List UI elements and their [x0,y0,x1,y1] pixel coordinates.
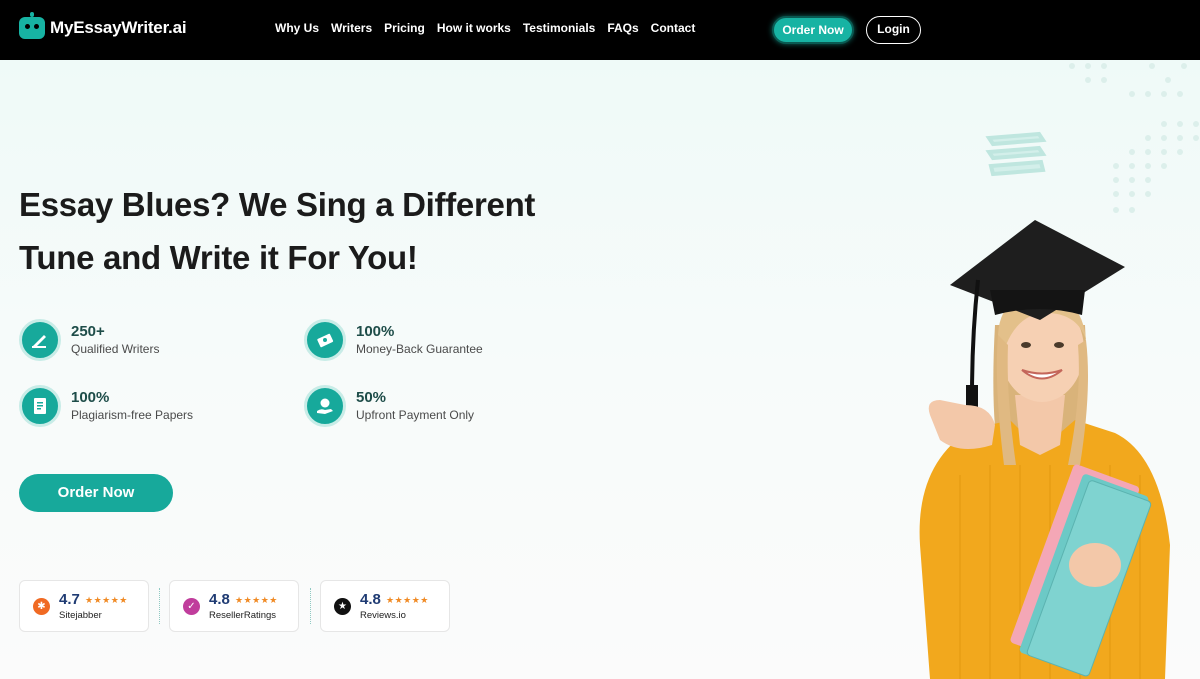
rating-stars: ★★★★★ [235,595,278,605]
feature-value: 250+ [71,323,105,340]
login-button[interactable]: Login [866,16,921,44]
books-decoration-icon [985,131,1047,177]
reviewsio-logo-icon: ★ [334,598,351,615]
rating-stars: ★★★★★ [386,595,429,605]
nav-order-now-button[interactable]: Order Now [772,16,854,44]
rating-site-name: ResellerRatings [209,610,277,621]
nav-link-pricing[interactable]: Pricing [384,21,425,35]
resellerratings-logo-icon: ✓ [183,598,200,615]
hero-title-line-1: Essay Blues? We Sing a Different [19,186,536,223]
feature-value: 100% [71,389,110,406]
robot-icon [19,12,45,39]
nav-link-how-it-works[interactable]: How it works [437,21,511,35]
feature-value: 50% [356,389,387,406]
nav-link-why-us[interactable]: Why Us [275,21,319,35]
feature-money-back: 100% Money-Back Guarantee [304,319,483,361]
hero-title: Essay Blues? We Sing a Different Tune an… [19,178,599,284]
brand-name: MyEssayWriter.ai [50,18,187,37]
feature-label: Qualified Writers [71,342,160,356]
writer-icon [19,319,61,361]
document-icon [19,385,61,427]
nav-link-testimonials[interactable]: Testimonials [523,21,595,35]
feature-upfront-payment: 50% Upfront Payment Only [304,385,474,427]
nav-link-contact[interactable]: Contact [651,21,696,35]
nav-link-faqs[interactable]: FAQs [607,21,638,35]
money-icon [304,319,346,361]
rating-card-reviewsio[interactable]: ★ 4.8 ★★★★★ Reviews.io [320,580,450,632]
dot-pattern-decoration [1069,63,1199,213]
feature-qualified-writers: 250+ Qualified Writers [19,319,159,361]
rating-site-name: Sitejabber [59,610,102,621]
rating-site-name: Reviews.io [360,610,406,621]
rating-card-resellerratings[interactable]: ✓ 4.8 ★★★★★ ResellerRatings [169,580,299,632]
rating-score: 4.8 [360,591,381,608]
rating-score: 4.7 [59,591,80,608]
hero-title-line-2: Tune and Write it For You! [19,239,418,276]
feature-label: Plagiarism-free Papers [71,408,194,422]
rating-divider [159,588,160,624]
sitejabber-logo-icon: ✱ [33,598,50,615]
main-nav: Why Us Writers Pricing How it works Test… [275,21,695,35]
hero-order-now-button[interactable]: Order Now [19,474,173,512]
top-navbar: MyEssayWriter.ai Why Us Writers Pricing … [0,0,1200,60]
feature-value: 100% [356,323,395,340]
rating-score: 4.8 [209,591,230,608]
feature-label: Upfront Payment Only [356,408,475,422]
payment-icon [304,385,346,427]
feature-plagiarism-free: 100% Plagiarism-free Papers [19,385,193,427]
rating-stars: ★★★★★ [85,595,128,605]
brand-logo[interactable]: MyEssayWriter.ai [19,12,187,39]
nav-link-writers[interactable]: Writers [331,21,372,35]
rating-card-sitejabber[interactable]: ✱ 4.7 ★★★★★ Sitejabber [19,580,149,632]
feature-label: Money-Back Guarantee [356,342,483,356]
rating-divider [310,588,311,624]
graduate-student-image [919,220,1170,679]
